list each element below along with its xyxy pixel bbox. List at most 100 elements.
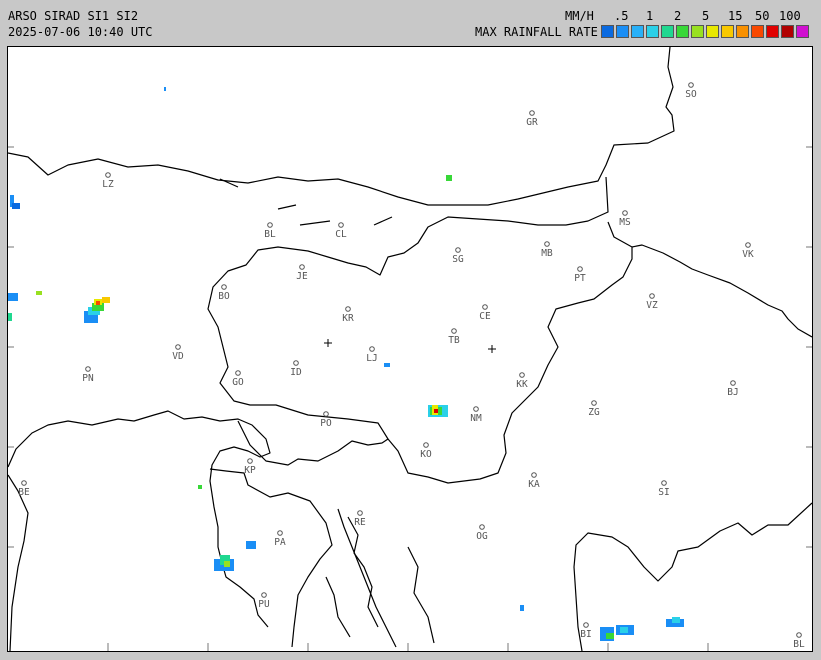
city-dot (451, 328, 457, 334)
coast-italy-trieste (8, 410, 271, 628)
city-dot (583, 622, 589, 628)
city-dot (85, 366, 91, 372)
city-label: KK (516, 379, 528, 390)
city-mb: MB (541, 241, 553, 259)
city-kp: KP (244, 458, 256, 476)
city-label: BL (793, 639, 805, 650)
border-slovenia-north (207, 176, 609, 440)
rain-echo (8, 313, 12, 321)
units-label: MM/H (565, 9, 594, 23)
city-ko: KO (420, 442, 432, 460)
rain-echo (224, 561, 230, 567)
city-label: LZ (102, 179, 114, 190)
scale-swatch (631, 25, 644, 38)
city-dot (221, 284, 227, 290)
city-label: BJ (727, 387, 738, 398)
city-ka: KA (528, 472, 540, 490)
scale-swatch (661, 25, 674, 38)
scale-swatch (691, 25, 704, 38)
city-pt: PT (574, 266, 586, 284)
radar-map[interactable]: SO GR LZ BL CL MS MB VK SG PT JE BO KR CE VZ TB VD LJ PN ID… (7, 46, 813, 652)
city-re: RE (354, 510, 366, 528)
city-bl: BL (793, 632, 805, 650)
city-label: KO (420, 449, 432, 460)
city-ce: CE (479, 304, 491, 322)
city-id: ID (290, 360, 302, 378)
city-label: VZ (646, 300, 658, 311)
scale-swatch (706, 25, 719, 38)
scale-swatch (751, 25, 764, 38)
city-dot (544, 241, 550, 247)
rain-echo (672, 617, 680, 623)
rain-echo (102, 297, 110, 303)
city-dot (745, 242, 751, 248)
city-dot (473, 406, 479, 412)
city-lz: LZ (102, 172, 114, 190)
city-dot (21, 480, 27, 486)
city-label: KR (342, 313, 354, 324)
city-je: JE (296, 264, 308, 282)
coast-italy-west (8, 474, 29, 651)
city-dot (531, 472, 537, 478)
city-label: PO (320, 418, 332, 429)
city-nm: NM (470, 406, 482, 424)
city-label: KP (244, 465, 256, 476)
city-dot (423, 442, 429, 448)
city-label: PT (574, 273, 586, 284)
city-label: TB (448, 335, 460, 346)
city-dot (105, 172, 111, 178)
rain-echo (520, 605, 524, 611)
city-label: PN (82, 373, 94, 384)
city-dot (247, 458, 253, 464)
rain-echo (446, 175, 452, 181)
rain-echo (8, 293, 18, 301)
city-label: RE (354, 517, 366, 528)
city-lj: LJ (366, 346, 378, 364)
city-label: SI (658, 487, 669, 498)
scale-swatch (736, 25, 749, 38)
city-label: NM (470, 413, 482, 424)
city-label: GO (232, 377, 244, 388)
city-dot (323, 411, 329, 417)
rain-echo (96, 301, 100, 305)
rain-echo (620, 627, 628, 633)
scale-label: .5 (614, 9, 629, 23)
city-label: ZG (588, 407, 600, 418)
city-dot (591, 400, 597, 406)
city-label: PA (274, 537, 286, 548)
city-label: JE (296, 271, 308, 282)
city-label: BL (264, 229, 276, 240)
islands (325, 516, 435, 644)
city-dot (482, 304, 488, 310)
city-label: VK (742, 249, 754, 260)
city-dot (688, 82, 694, 88)
city-dot (661, 480, 667, 486)
city-label: CL (335, 229, 347, 240)
city-dot (796, 632, 802, 638)
city-dot (369, 346, 375, 352)
rain-echo (246, 541, 256, 549)
city-label: BO (218, 291, 230, 302)
scale-swatch (616, 25, 629, 38)
border-slovenia-east (631, 244, 812, 338)
city-label: CE (479, 311, 491, 322)
radar-title: ARSO SIRAD SI1 SI2 (8, 9, 139, 23)
radar-sites (324, 339, 496, 353)
scale-swatch (766, 25, 779, 38)
map-canvas: SO GR LZ BL CL MS MB VK SG PT JE BO KR CE VZ TB VD LJ PN ID… (8, 47, 812, 651)
scale-swatch (601, 25, 614, 38)
scale-swatch (721, 25, 734, 38)
city-tb: TB (448, 328, 460, 346)
city-label: LJ (366, 353, 377, 364)
city-label: MB (541, 248, 553, 259)
city-gr: GR (526, 110, 538, 128)
city-pu: PU (258, 592, 270, 610)
city-pa: PA (274, 530, 286, 548)
city-dot (622, 210, 628, 216)
scale-label: 100 (779, 9, 801, 23)
city-be: BE (18, 480, 30, 498)
city-dot (261, 592, 267, 598)
city-vz: VZ (646, 293, 658, 311)
city-bi: BI (580, 622, 592, 640)
coast-istria-east (337, 508, 397, 648)
